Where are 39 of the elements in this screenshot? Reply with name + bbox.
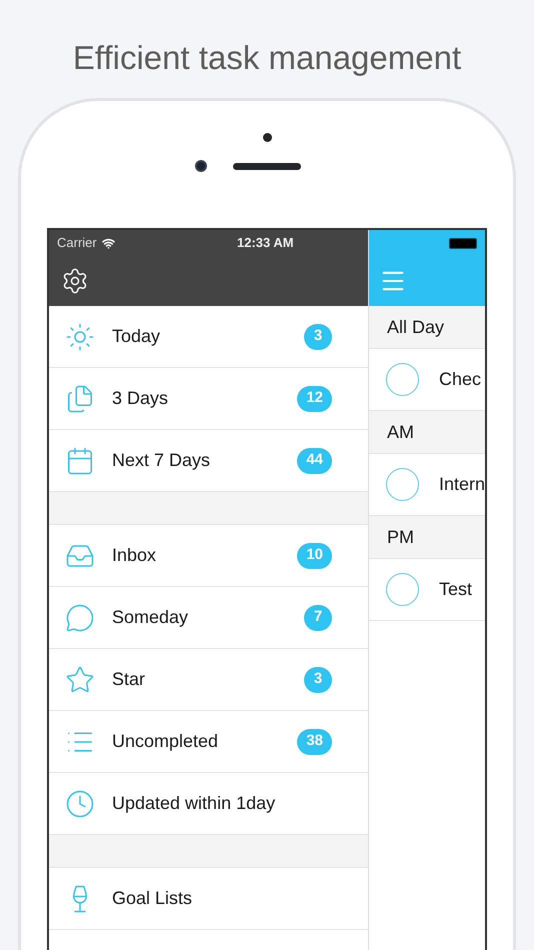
speaker-slot — [233, 163, 301, 170]
time-label: 12:33 AM — [237, 234, 294, 252]
wifi-icon — [102, 236, 115, 250]
count-badge: 44 — [297, 448, 332, 474]
sun-icon — [65, 322, 95, 352]
star-icon — [65, 664, 95, 694]
battery-icon — [449, 238, 477, 248]
calendar-icon — [65, 446, 95, 476]
count-badge: 38 — [297, 728, 332, 754]
task-checkbox[interactable] — [386, 468, 419, 501]
task-title: Intern — [439, 473, 485, 496]
menu-label: Uncompleted — [112, 730, 220, 753]
task-title: Test — [439, 578, 472, 601]
count-badge: 10 — [297, 542, 332, 568]
section-title: PM — [387, 526, 414, 548]
speech-bubble-icon — [65, 602, 95, 632]
task-row[interactable]: Test — [369, 559, 485, 621]
documents-icon — [65, 384, 95, 414]
task-checkbox[interactable] — [386, 363, 419, 396]
menu-label: Updated within 1day — [112, 792, 276, 815]
count-badge: 12 — [297, 386, 332, 412]
menu-label: Someday — [112, 606, 190, 629]
count-badge: 3 — [304, 324, 332, 350]
menu-label: Star — [112, 668, 146, 691]
section-title: AM — [387, 420, 414, 444]
task-title: Chec — [439, 368, 482, 391]
menu-label: Today — [112, 325, 162, 348]
menu-label: Next 7 Days — [112, 449, 212, 472]
menu-label: 3 Days — [112, 387, 170, 410]
carrier-label: Carrier — [57, 234, 97, 252]
task-checkbox[interactable] — [386, 573, 419, 606]
menu-label: Inbox — [112, 544, 158, 567]
count-badge: 3 — [304, 666, 332, 692]
headline: Efficient task management — [72, 38, 462, 78]
camera-icon — [195, 160, 207, 172]
clock-icon — [65, 788, 95, 818]
menu-label: Goal Lists — [112, 887, 194, 910]
count-badge: 7 — [304, 604, 332, 630]
section-title: All Day — [387, 316, 444, 339]
